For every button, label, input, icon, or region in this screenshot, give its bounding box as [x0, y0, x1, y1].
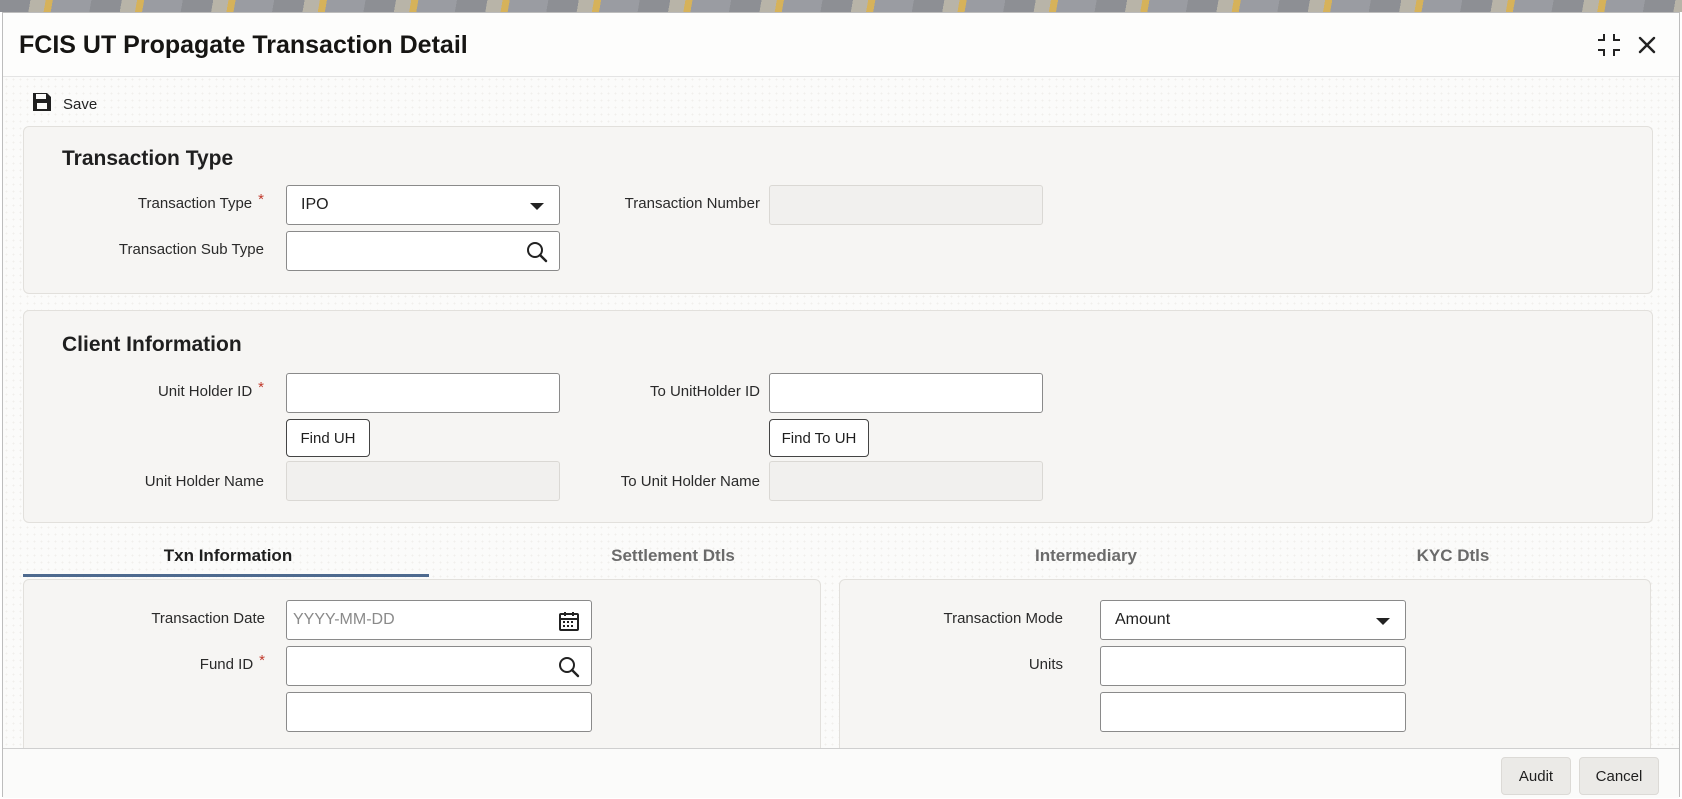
transaction-date-label: Transaction Date	[151, 610, 265, 627]
find-uh-button[interactable]: Find UH	[286, 419, 370, 457]
footer-bar: Audit Cancel	[3, 748, 1679, 798]
to-unitholder-id-text[interactable]	[784, 384, 1004, 402]
to-unitholder-id-label: To UnitHolder ID	[649, 383, 760, 400]
transaction-sub-type-text[interactable]	[301, 242, 521, 260]
transaction-type-panel: Transaction Type Transaction Type * IPO T…	[23, 126, 1653, 294]
transaction-type-label: Transaction Type *	[137, 191, 264, 212]
next-field-partial-right[interactable]	[1100, 692, 1406, 732]
units-label: Units	[1028, 656, 1063, 673]
next-field-partial[interactable]	[286, 692, 592, 732]
search-icon[interactable]	[557, 655, 581, 679]
expand-icon[interactable]	[1595, 31, 1623, 59]
save-label: Save	[63, 95, 98, 113]
tab-intermediary[interactable]: Intermediary	[971, 546, 1201, 582]
to-unitholder-id-input[interactable]	[769, 373, 1043, 413]
transaction-number-field	[769, 185, 1043, 225]
to-unit-holder-name-field	[769, 461, 1043, 501]
tab-settlement-dtls[interactable]: Settlement Dtls	[558, 546, 788, 582]
audit-button[interactable]: Audit	[1501, 757, 1571, 795]
unit-holder-id-label: Unit Holder ID *	[157, 379, 264, 400]
caret-down-icon	[1371, 609, 1395, 633]
txn-information-right-panel: Transaction Mode Amount Units	[839, 579, 1651, 759]
calendar-icon[interactable]	[557, 609, 581, 633]
units-input[interactable]	[1100, 646, 1406, 686]
transaction-mode-select[interactable]: Amount	[1100, 600, 1406, 640]
to-unit-holder-name-label: To Unit Holder Name	[620, 473, 760, 490]
unit-holder-name-label: Unit Holder Name	[144, 473, 264, 490]
dialog-window: FCIS UT Propagate Transaction Detail Sav…	[2, 12, 1680, 798]
top-decorative-strip	[0, 0, 1682, 12]
active-tab-underline	[23, 574, 429, 577]
units-text[interactable]	[1115, 657, 1362, 675]
transaction-number-label: Transaction Number	[624, 195, 760, 212]
transaction-date-input[interactable]	[286, 600, 592, 640]
find-to-uh-button[interactable]: Find To UH	[769, 419, 869, 457]
unit-holder-id-text[interactable]	[301, 384, 521, 402]
client-information-heading: Client Information	[62, 333, 242, 356]
unit-holder-id-input[interactable]	[286, 373, 560, 413]
transaction-type-select[interactable]: IPO	[286, 185, 560, 225]
transaction-type-heading: Transaction Type	[62, 147, 234, 170]
transaction-sub-type-label: Transaction Sub Type	[118, 241, 264, 258]
fund-id-label: Fund ID *	[199, 652, 265, 673]
transaction-mode-label: Transaction Mode	[943, 610, 1063, 627]
cancel-button[interactable]: Cancel	[1579, 757, 1659, 795]
title-bar: FCIS UT Propagate Transaction Detail	[3, 13, 1679, 77]
unit-holder-name-field	[286, 461, 560, 501]
fund-id-input[interactable]	[286, 646, 592, 686]
transaction-date-text[interactable]	[293, 611, 547, 629]
toolbar: Save	[3, 89, 303, 119]
save-button[interactable]: Save	[31, 91, 97, 118]
transaction-mode-value: Amount	[1115, 611, 1171, 628]
save-icon	[31, 91, 53, 118]
transaction-sub-type-input[interactable]	[286, 231, 560, 271]
search-icon[interactable]	[525, 240, 549, 264]
client-information-panel: Client Information Unit Holder ID * Find …	[23, 310, 1653, 523]
close-icon[interactable]	[1633, 31, 1661, 59]
fund-id-text[interactable]	[301, 657, 548, 675]
caret-down-icon	[525, 194, 549, 218]
tab-kyc-dtls[interactable]: KYC Dtls	[1338, 546, 1568, 582]
transaction-type-value: IPO	[301, 196, 329, 213]
txn-information-left-panel: Transaction Date Fund ID*	[23, 579, 821, 759]
page-title: FCIS UT Propagate Transaction Detail	[19, 31, 468, 59]
